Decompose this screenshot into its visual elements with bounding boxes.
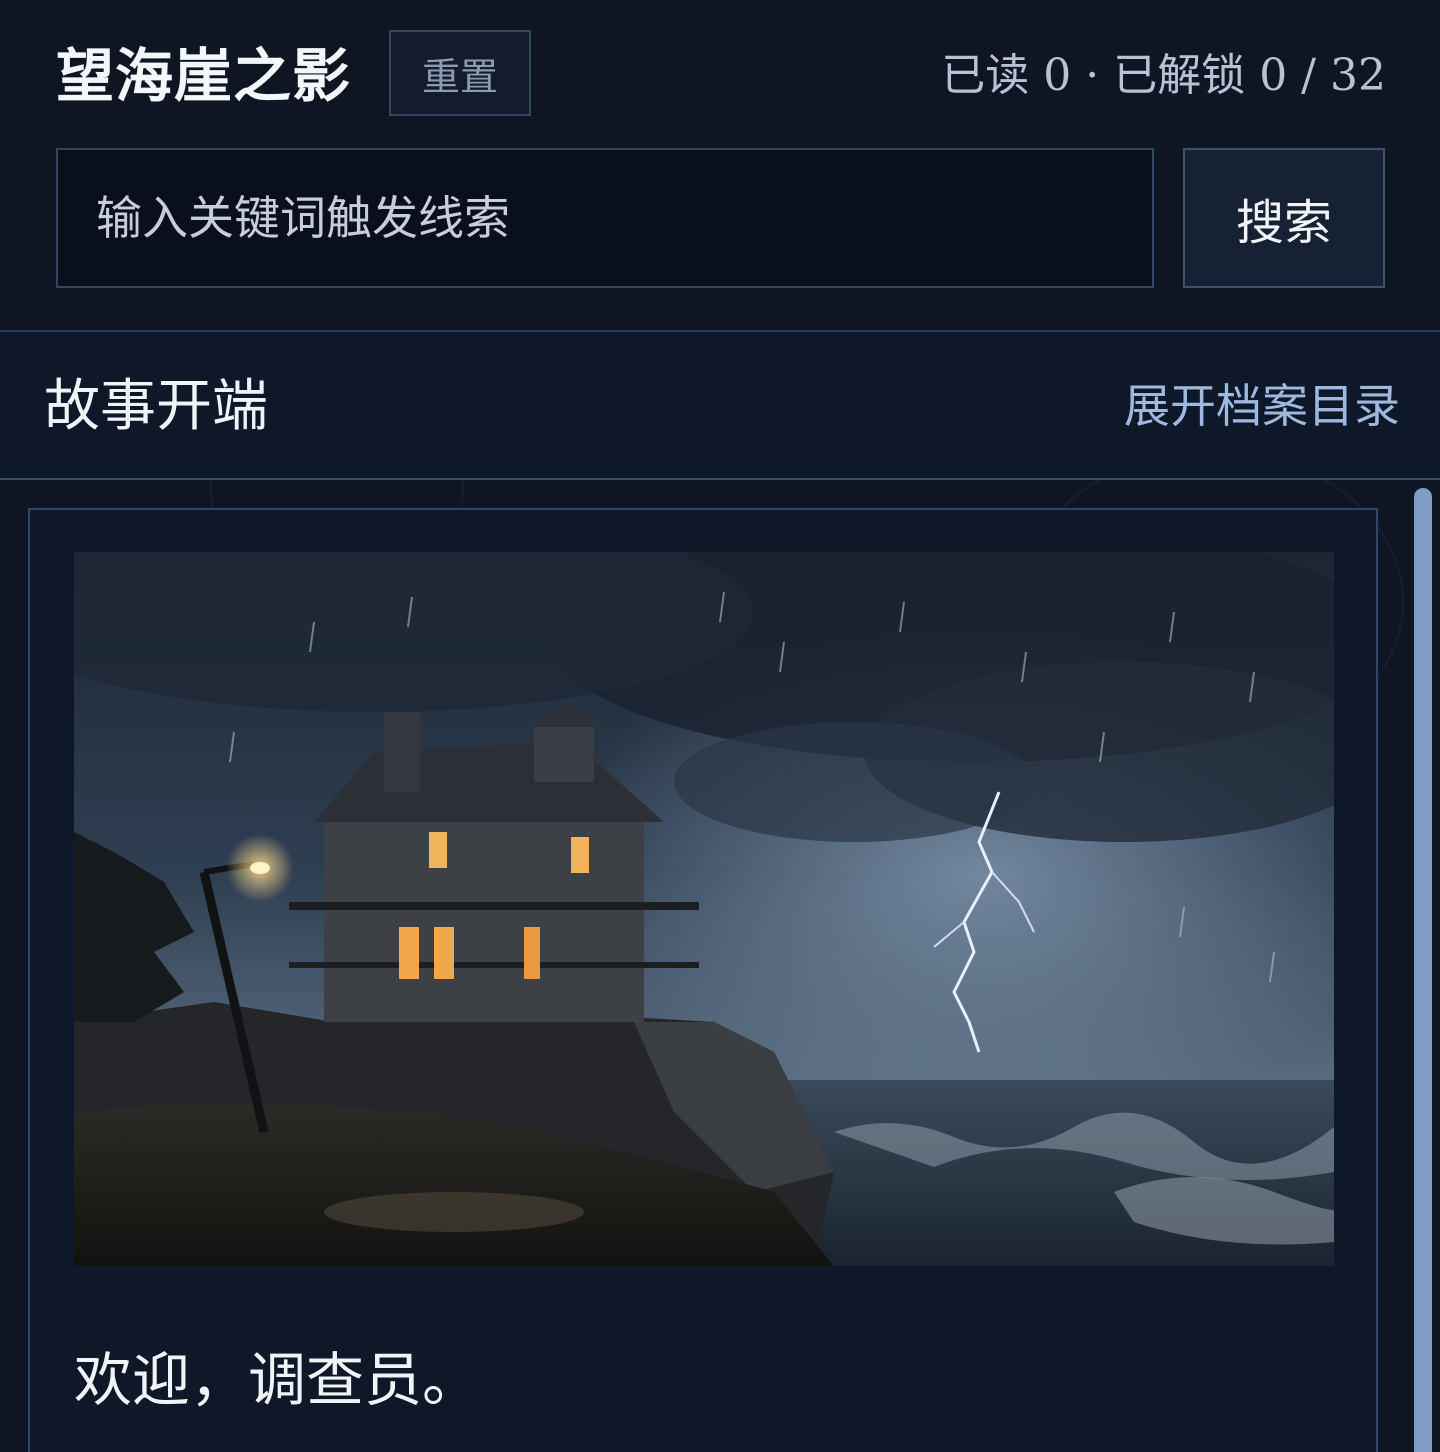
keyword-search-input[interactable] xyxy=(56,148,1154,288)
section-title: 故事开端 xyxy=(44,374,268,439)
search-button[interactable]: 搜索 xyxy=(1183,148,1385,288)
story-card: 欢迎，调查员。 xyxy=(28,508,1378,1452)
app-title: 望海崖之影 xyxy=(56,42,352,110)
story-content: 欢迎，调查员。 xyxy=(0,480,1440,1452)
section-header: 故事开端 展开档案目录 xyxy=(0,332,1440,480)
story-illustration xyxy=(74,552,1334,1266)
scrollbar-thumb[interactable] xyxy=(1414,488,1432,1452)
app-header: 望海崖之影 重置 已读 0 · 已解锁 0 / 32 搜索 xyxy=(0,0,1440,332)
reset-button[interactable]: 重置 xyxy=(389,30,531,116)
expand-archive-toc-link[interactable]: 展开档案目录 xyxy=(1124,376,1400,436)
story-text: 欢迎，调查员。 xyxy=(74,1346,481,1414)
progress-counter: 已读 0 · 已解锁 0 / 32 xyxy=(941,50,1386,101)
